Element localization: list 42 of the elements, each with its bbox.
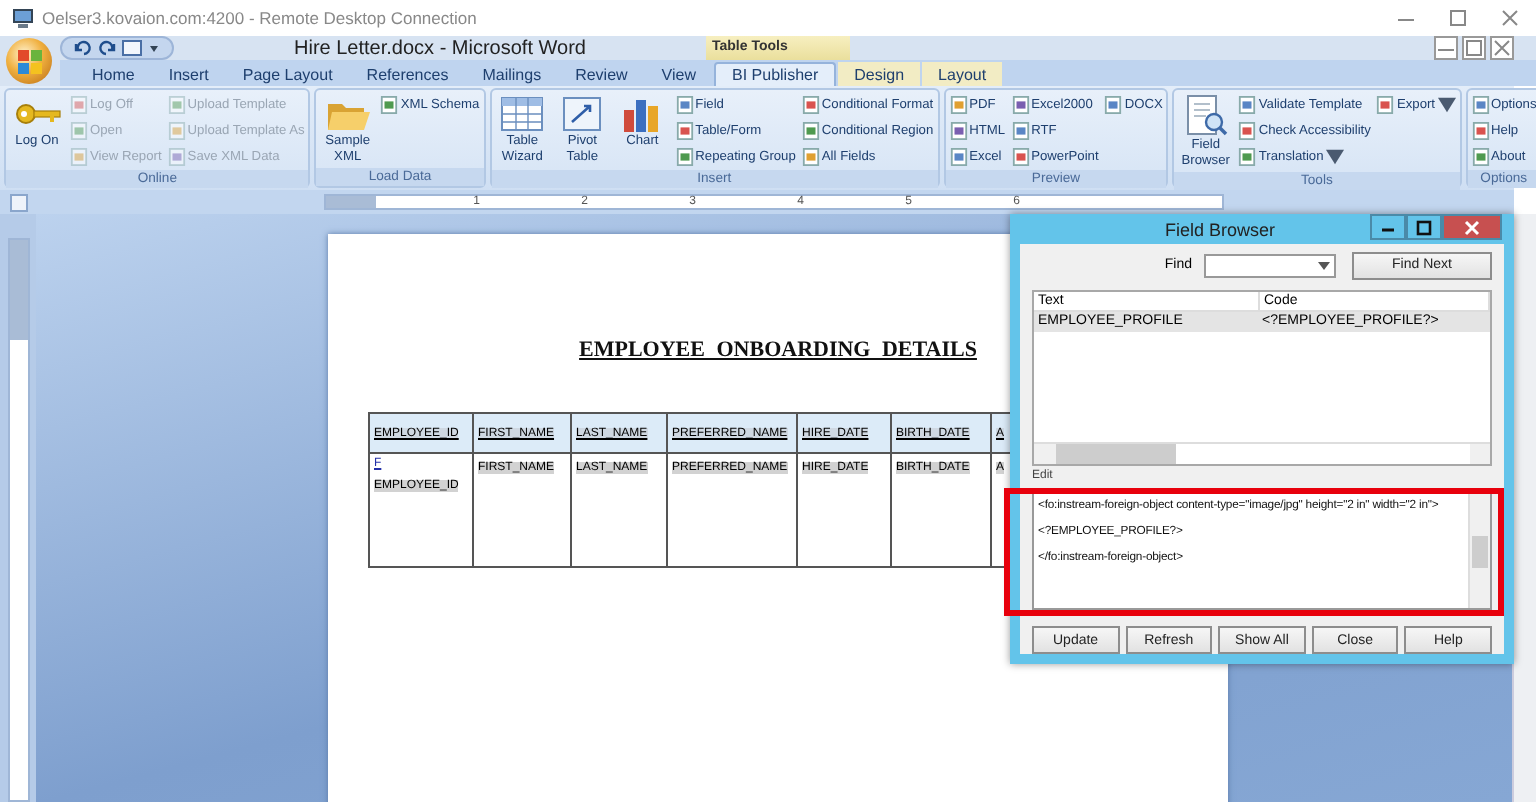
find-combobox[interactable]	[1204, 253, 1336, 277]
document-icon	[1376, 95, 1395, 113]
document-search-icon	[1181, 94, 1230, 138]
close-icon[interactable]	[1500, 8, 1520, 28]
maximize-icon[interactable]	[1448, 8, 1468, 28]
toolbar-box-icon[interactable]	[122, 40, 142, 56]
horizontal-scrollbar[interactable]	[1034, 442, 1490, 464]
table-icon	[498, 94, 547, 134]
ribbon-tab[interactable]: Review	[559, 62, 644, 86]
ribbon-tab[interactable]: References	[350, 62, 465, 86]
close-icon[interactable]	[1490, 36, 1514, 60]
pivot-table-icon	[558, 94, 607, 134]
vertical-scrollbar[interactable]	[1468, 494, 1490, 608]
minimize-icon[interactable]	[1434, 36, 1458, 60]
window-title: Oelser3.kovaion.com:4200 - Remote Desktop Connection	[42, 8, 479, 28]
redo-icon[interactable]	[98, 40, 116, 56]
document-heading: EMPLOYEE ONBOARDING DETAILS	[577, 338, 979, 362]
tab-selector-button[interactable]	[10, 193, 28, 211]
caret-icon[interactable]	[148, 42, 160, 54]
ribbon-tab[interactable]: Page Layout	[226, 62, 349, 86]
close-icon	[1464, 219, 1480, 235]
ribbon-tab[interactable]: Design	[838, 62, 921, 86]
ribbon-tab[interactable]: View	[645, 62, 712, 86]
minimize-button[interactable]	[1370, 214, 1406, 240]
document-icon	[1104, 95, 1123, 113]
ribbon-tab[interactable]: Mailings	[466, 62, 558, 86]
maximize-icon[interactable]	[1462, 36, 1486, 60]
maximize-icon	[1416, 219, 1432, 235]
maximize-button[interactable]	[1406, 214, 1442, 240]
dialog-title: Field Browser	[1162, 219, 1277, 239]
computer-icon	[12, 7, 34, 29]
ribbon-tab[interactable]: Insert	[152, 62, 225, 86]
ribbon-tab[interactable]: Layout	[922, 62, 1003, 86]
document-icon	[380, 95, 399, 113]
ribbon-tab[interactable]: BI Publisher	[714, 62, 837, 86]
caret-icon	[1318, 261, 1330, 269]
undo-icon[interactable]	[74, 40, 92, 56]
windows-logo-icon	[17, 49, 41, 73]
window-title: Hire Letter.docx - Microsoft Word	[292, 37, 588, 59]
app-menu-button[interactable]	[6, 38, 52, 84]
close-button[interactable]	[1442, 214, 1502, 240]
ribbon-tab[interactable]: Home	[76, 62, 151, 86]
